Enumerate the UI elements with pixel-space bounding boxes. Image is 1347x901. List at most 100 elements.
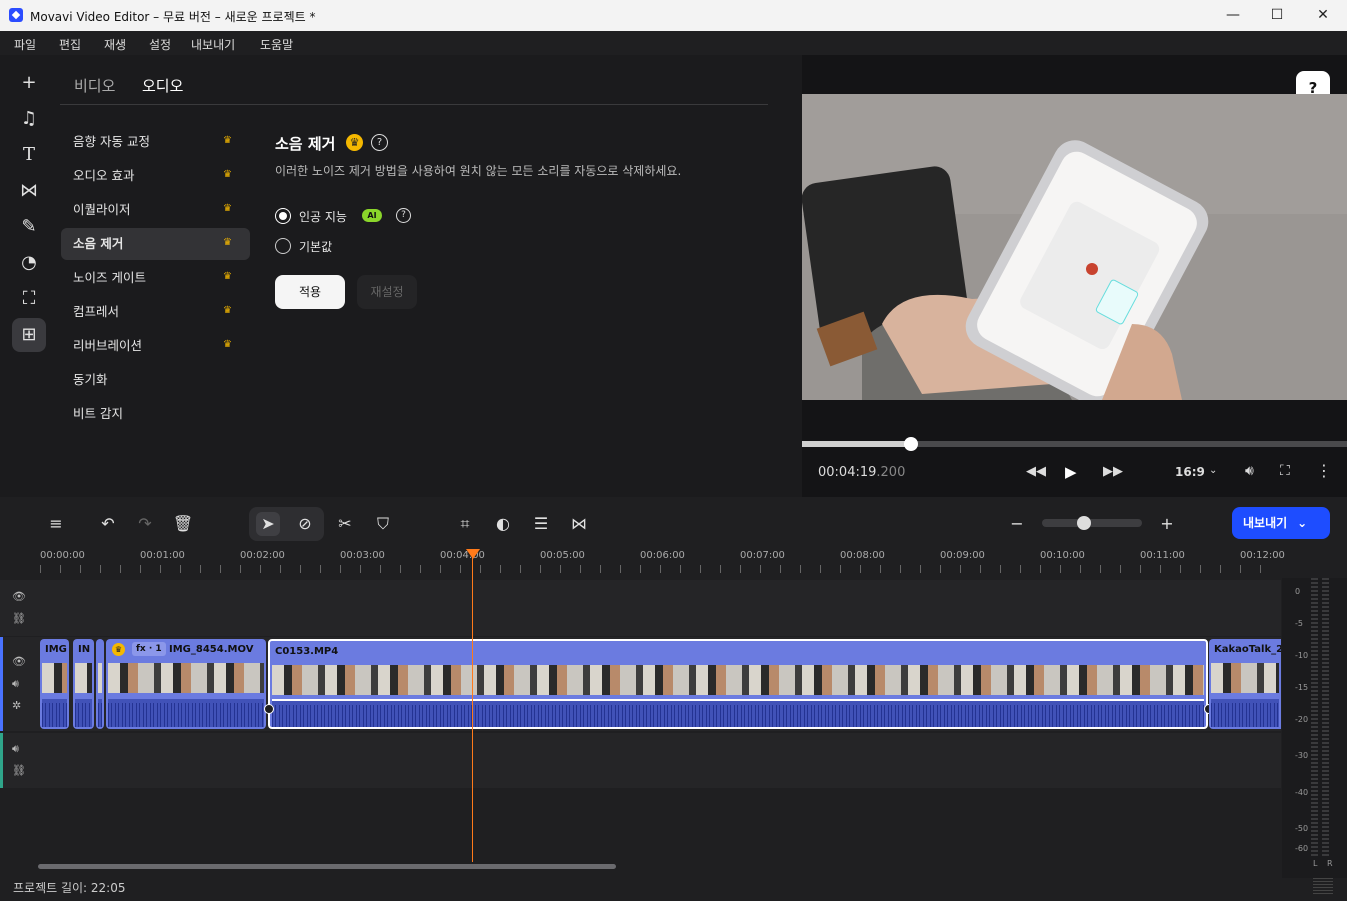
timeline-clip-selected[interactable]: C0153.MP4 <box>268 639 1208 729</box>
timeline-clip[interactable]: IN <box>73 639 94 729</box>
zoom-out-icon[interactable]: − <box>1005 512 1029 536</box>
sidebar-item-audio-effects[interactable]: 오디오 효과 ♛ <box>61 160 250 192</box>
settings-sliders-icon[interactable]: ☰ <box>529 512 553 536</box>
menu-settings[interactable]: 설정 <box>149 36 171 53</box>
unlink-icon[interactable]: ⛓︎ <box>12 764 26 777</box>
volume-icon[interactable]: 🔊︎ <box>1245 463 1254 479</box>
play-icon[interactable]: ▶ <box>1065 463 1077 481</box>
eye-icon[interactable]: 👁︎ <box>12 590 26 603</box>
export-button[interactable]: 내보내기 ⌄ <box>1232 507 1330 539</box>
time-ms: .200 <box>876 465 906 480</box>
help-icon[interactable]: ? <box>396 208 411 223</box>
transition-icon[interactable]: ⋈ <box>567 512 591 536</box>
timeline-scrollbar[interactable] <box>38 864 616 869</box>
redo-icon[interactable]: ↷ <box>133 512 157 536</box>
crown-icon: ♛ <box>223 305 232 316</box>
effects-panel: 비디오 오디오 음향 자동 교정 ♛ 오디오 효과 ♛ 이퀄라이저 ♛ 소음 제거 ♛ … <box>60 55 802 497</box>
menu-help[interactable]: 도움말 <box>260 36 293 53</box>
clip-label: IN <box>78 644 91 655</box>
sidebar-item-beat-detection[interactable]: 비트 감지 <box>61 398 250 430</box>
crop-icon[interactable]: ⌗ <box>453 512 477 536</box>
sidebar-item-reverb[interactable]: 리버브레이션 ♛ <box>61 330 250 362</box>
menu-playback[interactable]: 재생 <box>104 36 126 53</box>
add-track-icon[interactable]: ≡ <box>44 512 68 536</box>
timeline-clip[interactable]: IMG <box>40 639 69 729</box>
meter-label: -40 <box>1295 788 1309 797</box>
music-icon[interactable]: ♫ <box>12 102 46 136</box>
sidebar-item-auto-sound[interactable]: 음향 자동 교정 ♛ <box>61 126 250 158</box>
sidebar-item-compressor[interactable]: 컴프레서 ♛ <box>61 296 250 328</box>
fullscreen-icon[interactable]: ⛶ <box>1280 463 1290 479</box>
aspect-ratio-select[interactable]: 16:9 <box>1175 465 1205 479</box>
ruler-label: 00:02:00 <box>240 550 285 561</box>
delete-icon[interactable]: 🗑︎ <box>171 512 195 536</box>
timeline-clip[interactable] <box>96 639 104 729</box>
eye-icon[interactable]: 👁︎ <box>12 655 26 668</box>
transitions-icon[interactable]: ⋈ <box>12 174 46 208</box>
undo-icon[interactable]: ↶ <box>96 512 120 536</box>
radio-ai[interactable] <box>275 208 291 224</box>
zoom-in-icon[interactable]: + <box>1155 512 1179 536</box>
reset-button[interactable]: 재설정 <box>357 275 417 309</box>
volume-keyframe[interactable] <box>264 704 274 714</box>
playback-progress-handle[interactable] <box>904 437 918 451</box>
fast-forward-icon[interactable]: ▶▶ <box>1103 464 1123 479</box>
close-button[interactable]: ✕ <box>1300 0 1346 31</box>
zoom-slider[interactable] <box>1042 516 1142 530</box>
more-options-icon[interactable]: ⋮ <box>1316 461 1332 480</box>
ruler-label: 00:08:00 <box>840 550 885 561</box>
sidebar-item-noise-gate[interactable]: 노이즈 게이트 ♛ <box>61 262 250 294</box>
volume-icon[interactable]: 🔊︎ <box>12 677 19 691</box>
export-label: 내보내기 <box>1243 516 1288 530</box>
maximize-button[interactable]: ☐ <box>1254 0 1300 31</box>
menu-export[interactable]: 내보내기 <box>191 36 235 53</box>
radio-default-label: 기본값 <box>299 240 333 254</box>
clip-label: IMG <box>45 644 67 655</box>
link-icon[interactable]: ⛓︎ <box>12 612 26 625</box>
sidebar-item-noise-removal[interactable]: 소음 제거 ♛ <box>61 228 250 260</box>
rewind-icon[interactable]: ◀◀ <box>1026 464 1046 479</box>
ruler-label: 00:11:00 <box>1140 550 1185 561</box>
sidebar-item-equalizer[interactable]: 이퀄라이저 ♛ <box>61 194 250 226</box>
apply-button[interactable]: 적용 <box>275 275 345 309</box>
radio-default[interactable] <box>275 238 291 254</box>
playhead[interactable] <box>472 555 473 862</box>
stickers-icon[interactable]: ◔ <box>12 246 46 280</box>
menu-file[interactable]: 파일 <box>14 36 36 53</box>
radio-ai-label: 인공 지능 <box>299 210 347 224</box>
playhead-handle[interactable] <box>466 549 480 559</box>
titles-icon[interactable]: T <box>12 138 46 172</box>
blade-tool-icon[interactable]: ⊘ <box>293 512 317 536</box>
sidebar-item-sync[interactable]: 동기화 <box>61 364 250 396</box>
timeline-clip[interactable]: KakaoTalk_20 <box>1209 639 1281 729</box>
timeline-clip[interactable]: ♛ fx · 1 IMG_8454.MOV <box>106 639 266 729</box>
effects-icon[interactable]: ✲ <box>12 699 21 712</box>
add-media-icon[interactable]: + <box>12 66 46 100</box>
shield-icon[interactable]: ⛉ <box>371 512 395 536</box>
ruler-label: 00:09:00 <box>940 550 985 561</box>
ruler-label: 00:03:00 <box>340 550 385 561</box>
meter-label: -5 <box>1295 619 1303 628</box>
tab-video[interactable]: 비디오 <box>74 75 115 96</box>
magic-wand-icon[interactable]: ✎ <box>12 210 46 244</box>
menu-edit[interactable]: 편집 <box>59 36 81 53</box>
menu-bar: 파일 편집 재생 설정 내보내기 도움말 <box>0 31 1347 55</box>
tab-audio[interactable]: 오디오 <box>142 75 183 96</box>
color-adjust-icon[interactable]: ◐ <box>491 512 515 536</box>
cursor-icon[interactable]: ➤ <box>256 512 280 536</box>
resize-grip-icon[interactable] <box>1313 878 1333 894</box>
zoom-slider-handle[interactable] <box>1077 516 1091 530</box>
effect-description: 이러한 노이즈 제거 방법을 사용하여 원치 않는 모든 소리를 자동으로 삭제… <box>275 164 682 178</box>
help-icon[interactable]: ? <box>371 134 388 151</box>
store-icon[interactable]: ⛶ <box>12 282 46 316</box>
minimize-button[interactable]: — <box>1210 0 1256 31</box>
crown-icon: ♛ <box>346 134 363 151</box>
playback-progress-track[interactable] <box>802 437 1347 451</box>
chevron-down-icon[interactable]: ⌄ <box>1209 465 1217 476</box>
sidebar-item-label: 리버브레이션 <box>73 338 143 353</box>
scissors-icon[interactable]: ✂ <box>333 512 357 536</box>
volume-icon[interactable]: 🔊︎ <box>12 742 19 756</box>
fx-badge[interactable]: fx · 1 <box>132 642 166 656</box>
more-tools-icon[interactable]: ⊞ <box>12 318 46 352</box>
sidebar-item-label: 이퀄라이저 <box>73 202 131 217</box>
